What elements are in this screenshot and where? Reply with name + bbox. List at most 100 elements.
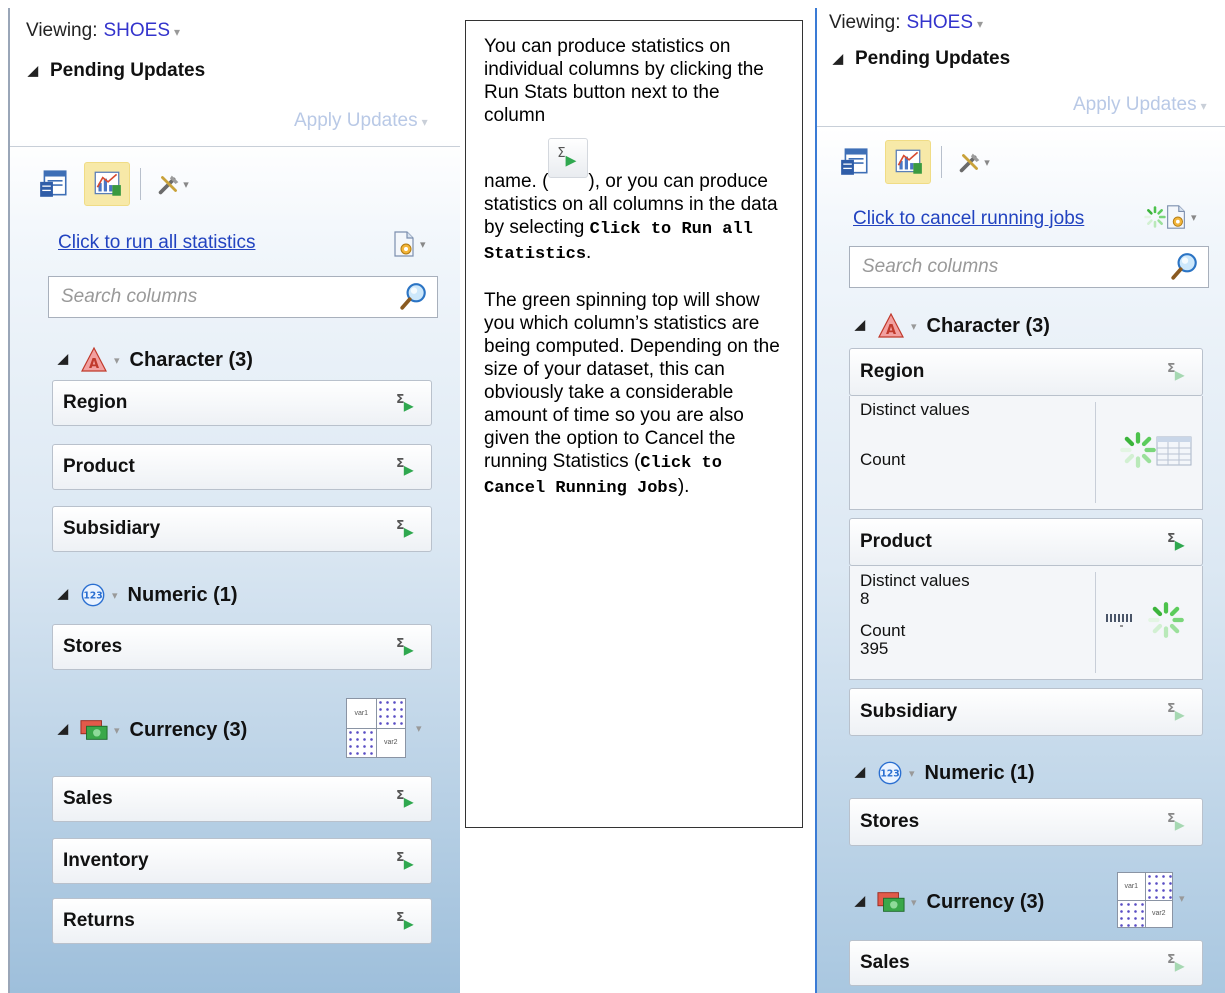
chevron-down-icon[interactable]: ▾: [174, 25, 180, 39]
group-label: Currency (3): [926, 890, 1045, 913]
run-all-statistics-link[interactable]: Click to run all statistics: [58, 232, 255, 254]
tools-menu-button[interactable]: ▾: [950, 141, 996, 183]
pending-updates-header[interactable]: ◢ Pending Updates: [28, 60, 205, 82]
collapse-triangle-icon[interactable]: ◢: [58, 351, 68, 367]
collapse-triangle-icon[interactable]: ◢: [28, 63, 38, 79]
region-stats: Distinct values Count: [849, 396, 1203, 510]
run-stats-icon[interactable]: [1166, 361, 1188, 383]
group-label: Character (3): [926, 314, 1050, 337]
run-stats-icon[interactable]: [395, 456, 417, 478]
collapse-triangle-icon[interactable]: ◢: [833, 51, 843, 67]
currency-type-icon: [877, 890, 905, 914]
table-preview-icon: [1156, 436, 1192, 466]
tools-menu-button[interactable]: ▾: [149, 163, 195, 205]
column-name: Stores: [860, 811, 920, 832]
pending-updates-label: Pending Updates: [50, 60, 206, 81]
search-input[interactable]: Search columns: [48, 276, 438, 318]
text: You can produce statistics on individual…: [484, 36, 764, 126]
chevron-down-icon[interactable]: ▾: [911, 320, 917, 333]
chevron-down-icon[interactable]: ▾: [422, 115, 428, 129]
chevron-down-icon[interactable]: ▾: [911, 896, 917, 909]
column-card-subsidiary[interactable]: Subsidiary: [52, 506, 432, 552]
run-stats-icon[interactable]: [395, 788, 417, 810]
column-card-stores[interactable]: Stores: [52, 624, 432, 670]
stat-label: Distinct values: [860, 571, 970, 590]
group-header-character[interactable]: ◢ ▾ Character (3): [58, 346, 253, 374]
chevron-down-icon[interactable]: ▾: [114, 354, 120, 367]
spinner-icon: [1146, 600, 1186, 640]
search-input[interactable]: Search columns: [849, 246, 1209, 288]
column-card-region[interactable]: Region: [52, 380, 432, 426]
text: ).: [677, 476, 690, 497]
chevron-down-icon[interactable]: ▾: [1201, 99, 1207, 113]
search-placeholder: Search columns: [862, 256, 999, 277]
chevron-down-icon[interactable]: ▾: [114, 724, 120, 737]
run-stats-icon[interactable]: [395, 636, 417, 658]
run-stats-icon[interactable]: [395, 392, 417, 414]
chevron-down-icon[interactable]: ▾: [416, 722, 422, 735]
product-stats: Distinct values 8 Count 395: [849, 566, 1203, 680]
viewing-selector[interactable]: Viewing: SHOES ▾: [26, 20, 180, 42]
group-label: Numeric (1): [924, 761, 1035, 784]
scatter-matrix-icon: [347, 728, 376, 757]
column-card-returns[interactable]: Returns: [52, 898, 432, 944]
apply-updates-button[interactable]: Apply Updates ▾: [1073, 94, 1207, 116]
apply-updates-button[interactable]: Apply Updates ▾: [294, 110, 428, 132]
run-stats-icon[interactable]: [1166, 701, 1188, 723]
pending-updates-label: Pending Updates: [855, 48, 1011, 69]
group-header-currency[interactable]: ◢ ▾ Currency (3): [58, 718, 247, 742]
run-stats-icon[interactable]: [395, 850, 417, 872]
column-card-inventory[interactable]: Inventory: [52, 838, 432, 884]
chevron-down-icon[interactable]: ▾: [1179, 892, 1185, 905]
collapse-triangle-icon[interactable]: ◢: [855, 764, 865, 780]
run-stats-icon[interactable]: [395, 518, 417, 540]
search-icon[interactable]: [399, 281, 429, 311]
new-document-menu[interactable]: ▾: [390, 230, 426, 258]
viewing-label: Viewing:: [829, 12, 901, 33]
collapse-triangle-icon[interactable]: ◢: [855, 317, 865, 333]
collapse-triangle-icon[interactable]: ◢: [58, 586, 68, 602]
column-card-sales[interactable]: Sales: [52, 776, 432, 822]
collapse-triangle-icon[interactable]: ◢: [58, 721, 68, 737]
scatter-matrix-button[interactable]: var1 var2: [1117, 872, 1173, 928]
run-stats-icon[interactable]: [1166, 952, 1188, 974]
stat-label: Distinct values: [860, 400, 970, 419]
tools-icon: [155, 170, 183, 198]
group-header-numeric[interactable]: ◢ ▾ Numeric (1): [855, 760, 1035, 786]
group-header-character[interactable]: ◢ ▾ Character (3): [855, 312, 1050, 340]
column-card-region[interactable]: Region: [849, 348, 1203, 396]
column-card-product[interactable]: Product: [849, 518, 1203, 566]
run-stats-icon[interactable]: [395, 910, 417, 932]
new-document-menu[interactable]: ▾: [1143, 204, 1197, 230]
divider: [10, 146, 460, 147]
viewing-selector[interactable]: Viewing: SHOES ▾: [829, 12, 983, 34]
group-header-currency[interactable]: ◢ ▾ Currency (3): [855, 890, 1044, 914]
chevron-down-icon: ▾: [420, 238, 426, 251]
dataset-name[interactable]: SHOES: [906, 12, 973, 33]
properties-button[interactable]: [833, 141, 877, 183]
run-stats-icon[interactable]: [1166, 531, 1188, 553]
run-stats-icon: [556, 145, 580, 169]
column-card-subsidiary[interactable]: Subsidiary: [849, 688, 1203, 736]
column-name: Returns: [63, 910, 135, 931]
properties-button[interactable]: [32, 163, 76, 205]
search-icon[interactable]: [1170, 251, 1200, 281]
chevron-down-icon[interactable]: ▾: [112, 589, 118, 602]
viewing-label: Viewing:: [26, 20, 98, 41]
pending-updates-header[interactable]: ◢ Pending Updates: [833, 48, 1010, 70]
chevron-down-icon[interactable]: ▾: [909, 767, 915, 780]
statistics-view-button[interactable]: [885, 140, 931, 184]
collapse-triangle-icon[interactable]: ◢: [855, 893, 865, 909]
chevron-down-icon[interactable]: ▾: [977, 17, 983, 31]
search-placeholder: Search columns: [61, 286, 198, 307]
scatter-matrix-button[interactable]: var1 var2: [346, 698, 406, 758]
run-stats-icon[interactable]: [1166, 811, 1188, 833]
column-card-stores[interactable]: Stores: [849, 798, 1203, 846]
statistics-view-button[interactable]: [84, 162, 130, 206]
dataset-name[interactable]: SHOES: [103, 20, 170, 41]
column-card-product[interactable]: Product: [52, 444, 432, 490]
cancel-running-jobs-link[interactable]: Click to cancel running jobs: [853, 208, 1084, 230]
column-card-sales[interactable]: Sales: [849, 940, 1203, 986]
explanation-paragraph-2: The green spinning top will show you whi…: [484, 289, 786, 500]
group-header-numeric[interactable]: ◢ ▾ Numeric (1): [58, 582, 238, 608]
